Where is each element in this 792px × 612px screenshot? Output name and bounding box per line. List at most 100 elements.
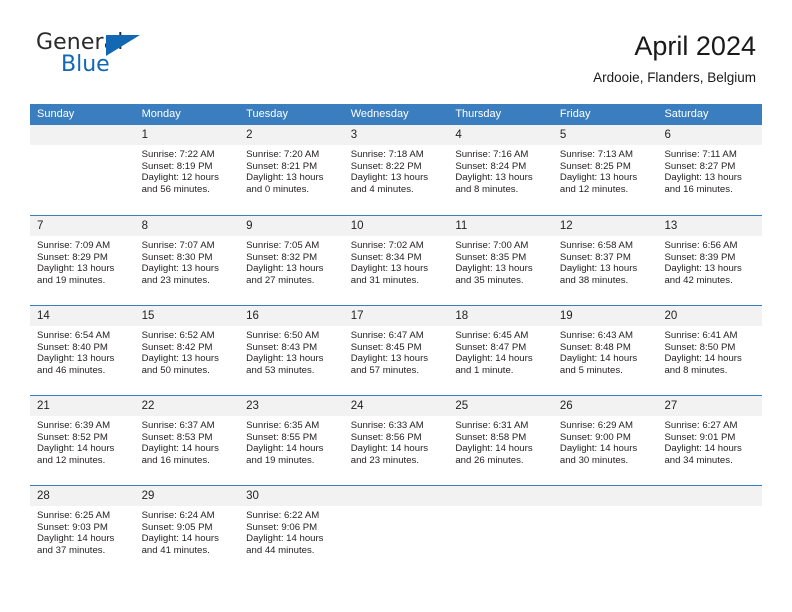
daylight-text-line1: Daylight: 12 hours [141, 172, 219, 184]
day-number: 5 [552, 125, 658, 145]
sunset-text: Sunset: 9:05 PM [141, 521, 213, 533]
calendar-day-cell[interactable]: 2 Sunrise: 7:20 AM Sunset: 8:21 PM Daylight… [239, 125, 344, 215]
calendar-day-cell[interactable]: 1 Sunrise: 7:22 AM Sunset: 8:19 PM Daylight… [134, 125, 240, 215]
day-number: 27 [657, 396, 763, 416]
calendar-day-cell[interactable]: 29 Sunrise: 6:24 AM Sunset: 9:05 PM Dayligh… [134, 486, 240, 575]
day-sun-info: Sunrise: 7:02 AM Sunset: 8:34 PM Daylight:… [344, 236, 449, 286]
weekday-header-row: Sunday Monday Tuesday Wednesday Thursday… [30, 104, 762, 125]
calendar-day-cell[interactable]: 12 Sunrise: 6:58 AM Sunset: 8:37 PM Dayligh… [552, 216, 658, 305]
calendar-day-cell[interactable]: 14 Sunrise: 6:54 AM Sunset: 8:40 PM Dayligh… [30, 306, 135, 395]
sunrise-text: Sunrise: 6:29 AM [559, 420, 633, 431]
calendar-day-cell[interactable]: 10 Sunrise: 7:02 AM Sunset: 8:34 PM Dayligh… [343, 216, 449, 305]
calendar-day-cell[interactable]: 9 Sunrise: 7:05 AM Sunset: 8:32 PM Daylight… [239, 216, 344, 305]
sunset-text: Sunset: 8:42 PM [141, 341, 213, 353]
daylight-text-line2: and 46 minutes. [37, 364, 106, 376]
sunrise-text: Sunrise: 6:25 AM [37, 510, 111, 521]
daylight-text-line1: Daylight: 14 hours [559, 353, 638, 365]
sunrise-text: Sunrise: 6:56 AM [664, 240, 738, 251]
calendar-grid: Sunday Monday Tuesday Wednesday Thursday… [30, 104, 763, 575]
calendar-day-cell[interactable]: 13 Sunrise: 6:56 AM Sunset: 8:39 PM Dayligh… [657, 216, 763, 305]
calendar-day-cell[interactable]: 24 Sunrise: 6:33 AM Sunset: 8:56 PM Dayligh… [343, 396, 449, 485]
day-number [657, 486, 763, 506]
day-sun-info: Sunrise: 7:11 AM Sunset: 8:27 PM Daylight:… [657, 145, 762, 195]
calendar-day-cell-empty [657, 486, 763, 575]
calendar-day-cell[interactable]: 5 Sunrise: 7:13 AM Sunset: 8:25 PM Daylight… [552, 125, 658, 215]
calendar-day-cell[interactable]: 17 Sunrise: 6:47 AM Sunset: 8:45 PM Dayligh… [343, 306, 449, 395]
calendar-day-cell[interactable]: 28 Sunrise: 6:25 AM Sunset: 9:03 PM Dayligh… [30, 486, 135, 575]
daylight-text-line2: and 1 minute. [455, 364, 514, 376]
day-number: 30 [239, 486, 344, 506]
day-sun-info: Sunrise: 6:39 AM Sunset: 8:52 PM Daylight:… [30, 416, 135, 466]
daylight-text-line2: and 56 minutes. [141, 183, 210, 195]
calendar-day-cell[interactable]: 21 Sunrise: 6:39 AM Sunset: 8:52 PM Dayligh… [30, 396, 135, 485]
sunrise-text: Sunrise: 6:43 AM [559, 330, 633, 341]
calendar-day-cell[interactable]: 16 Sunrise: 6:50 AM Sunset: 8:43 PM Dayligh… [239, 306, 344, 395]
calendar-day-cell[interactable]: 15 Sunrise: 6:52 AM Sunset: 8:42 PM Dayligh… [134, 306, 240, 395]
daylight-text-line1: Daylight: 13 hours [37, 263, 115, 275]
daylight-text-line2: and 0 minutes. [246, 183, 310, 195]
day-sun-info: Sunrise: 7:20 AM Sunset: 8:21 PM Daylight:… [239, 145, 344, 195]
sunset-text: Sunset: 8:47 PM [455, 341, 527, 353]
daylight-text-line1: Daylight: 13 hours [37, 353, 115, 365]
day-sun-info: Sunrise: 6:37 AM Sunset: 8:53 PM Daylight:… [135, 416, 240, 466]
day-sun-info: Sunrise: 7:05 AM Sunset: 8:32 PM Daylight:… [239, 236, 344, 286]
sunset-text: Sunset: 8:45 PM [350, 341, 422, 353]
calendar-day-cell[interactable]: 3 Sunrise: 7:18 AM Sunset: 8:22 PM Daylight… [343, 125, 449, 215]
daylight-text-line1: Daylight: 14 hours [559, 443, 638, 455]
day-number: 9 [239, 216, 344, 236]
day-sun-info: Sunrise: 6:31 AM Sunset: 8:58 PM Daylight:… [448, 416, 553, 466]
calendar-day-cell[interactable]: 6 Sunrise: 7:11 AM Sunset: 8:27 PM Daylight… [657, 125, 763, 215]
calendar-day-cell[interactable]: 30 Sunrise: 6:22 AM Sunset: 9:06 PM Dayligh… [239, 486, 344, 575]
day-sun-info: Sunrise: 6:43 AM Sunset: 8:48 PM Daylight:… [553, 326, 658, 376]
sunrise-text: Sunrise: 6:47 AM [350, 330, 424, 341]
sunset-text: Sunset: 8:35 PM [455, 251, 527, 263]
day-number [343, 486, 449, 506]
calendar-day-cell[interactable]: 27 Sunrise: 6:27 AM Sunset: 9:01 PM Dayligh… [657, 396, 763, 485]
calendar-day-cell[interactable]: 26 Sunrise: 6:29 AM Sunset: 9:00 PM Dayligh… [552, 396, 658, 485]
sunrise-text: Sunrise: 6:54 AM [37, 330, 111, 341]
daylight-text-line1: Daylight: 14 hours [37, 533, 115, 545]
sunrise-text: Sunrise: 7:02 AM [350, 240, 424, 251]
sunrise-text: Sunrise: 7:00 AM [455, 240, 529, 251]
day-number: 7 [30, 216, 135, 236]
calendar-day-cell[interactable]: 23 Sunrise: 6:35 AM Sunset: 8:55 PM Dayligh… [239, 396, 344, 485]
day-number: 3 [343, 125, 449, 145]
calendar-day-cell[interactable]: 20 Sunrise: 6:41 AM Sunset: 8:50 PM Dayligh… [657, 306, 763, 395]
day-sun-info: Sunrise: 6:33 AM Sunset: 8:56 PM Daylight:… [344, 416, 449, 466]
general-blue-logo[interactable]: General Blue [36, 31, 216, 83]
calendar-day-cell[interactable]: 11 Sunrise: 7:00 AM Sunset: 8:35 PM Dayligh… [448, 216, 553, 305]
sunrise-text: Sunrise: 6:33 AM [350, 420, 424, 431]
sunset-text: Sunset: 8:30 PM [141, 251, 213, 263]
weekday-header-thursday: Thursday [455, 108, 502, 120]
calendar-day-cell[interactable]: 19 Sunrise: 6:43 AM Sunset: 8:48 PM Dayligh… [552, 306, 658, 395]
calendar-day-cell[interactable]: 8 Sunrise: 7:07 AM Sunset: 8:30 PM Daylight… [134, 216, 240, 305]
calendar-day-cell[interactable]: 7 Sunrise: 7:09 AM Sunset: 8:29 PM Daylight… [30, 216, 135, 305]
calendar-page: General Blue April 2024 Ardooie, Flander… [0, 0, 792, 612]
page-subtitle: Ardooie, Flanders, Belgium [593, 70, 756, 85]
sunset-text: Sunset: 8:39 PM [664, 251, 736, 263]
day-number: 6 [657, 125, 763, 145]
daylight-text-line2: and 37 minutes. [37, 544, 106, 556]
calendar-day-cell[interactable]: 4 Sunrise: 7:16 AM Sunset: 8:24 PM Daylight… [448, 125, 553, 215]
daylight-text-line1: Daylight: 13 hours [350, 172, 429, 184]
logo-triangle-icon [106, 35, 140, 56]
sunset-text: Sunset: 8:55 PM [246, 431, 318, 443]
calendar-day-cell-empty [343, 486, 449, 575]
daylight-text-line2: and 53 minutes. [246, 364, 315, 376]
day-sun-info: Sunrise: 6:47 AM Sunset: 8:45 PM Daylight:… [344, 326, 449, 376]
calendar-day-cell[interactable]: 25 Sunrise: 6:31 AM Sunset: 8:58 PM Dayligh… [448, 396, 553, 485]
daylight-text-line2: and 12 minutes. [37, 454, 106, 466]
daylight-text-line1: Daylight: 14 hours [350, 443, 429, 455]
daylight-text-line1: Daylight: 14 hours [246, 443, 324, 455]
daylight-text-line2: and 44 minutes. [246, 544, 315, 556]
daylight-text-line1: Daylight: 14 hours [246, 533, 324, 545]
day-number: 16 [239, 306, 344, 326]
daylight-text-line2: and 8 minutes. [664, 364, 728, 376]
day-number: 14 [30, 306, 135, 326]
day-number: 20 [657, 306, 763, 326]
sunset-text: Sunset: 8:34 PM [350, 251, 422, 263]
daylight-text-line2: and 12 minutes. [559, 183, 629, 195]
calendar-day-cell[interactable]: 22 Sunrise: 6:37 AM Sunset: 8:53 PM Dayligh… [134, 396, 240, 485]
calendar-day-cell[interactable]: 18 Sunrise: 6:45 AM Sunset: 8:47 PM Dayligh… [448, 306, 553, 395]
day-number: 18 [448, 306, 553, 326]
